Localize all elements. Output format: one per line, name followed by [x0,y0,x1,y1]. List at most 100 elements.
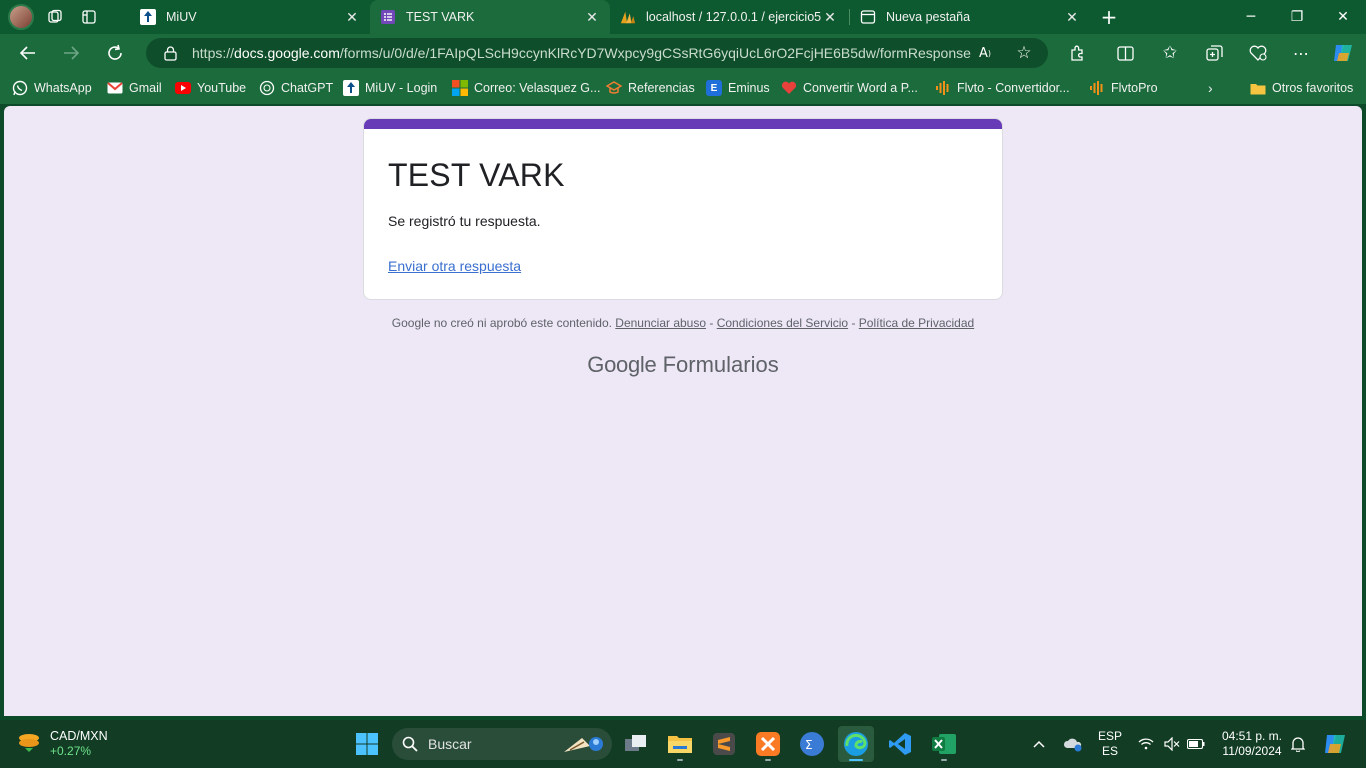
system-clock[interactable]: 04:51 p. m. 11/09/2024 [1214,729,1290,759]
google-forms-icon [380,9,396,25]
show-hidden-icons-chevron-icon[interactable] [1022,726,1056,762]
close-tab-icon[interactable]: ✕ [822,9,838,26]
terms-of-service-link[interactable]: Condiciones del Servicio [717,316,848,330]
search-placeholder: Buscar [428,736,472,752]
miuv-icon [140,9,156,25]
eminus-icon: E [706,80,722,96]
file-explorer-app[interactable] [662,726,698,762]
wifi-icon[interactable] [1132,726,1160,762]
forward-button[interactable] [56,38,86,68]
form-response-card: TEST VARK Se registró tu respuesta. Envi… [363,118,1003,300]
collections-icon[interactable] [1199,38,1229,68]
tab-test-vark[interactable]: TEST VARK ✕ [370,0,610,34]
onedrive-icon[interactable] [1056,726,1090,762]
math-app[interactable]: Σ [794,726,830,762]
bookmark-otros-favoritos[interactable]: Otros favoritos [1250,79,1353,97]
miuv-icon [343,80,359,96]
brand-product: Formularios [662,352,779,377]
bookmark-whatsapp[interactable]: WhatsApp [12,79,92,97]
close-tab-icon[interactable]: ✕ [344,9,360,26]
bookmarks-bar: WhatsApp Gmail YouTube ChatGPT MiUV - Lo… [0,72,1366,104]
submit-another-response-link[interactable]: Enviar otra respuesta [388,258,521,274]
form-accent-bar [364,119,1002,129]
new-tab-button[interactable]: + [1088,0,1130,34]
referencias-icon [606,80,622,96]
bookmark-correo[interactable]: Correo: Velasquez G... [452,79,600,97]
footer-disclaimer: Google no creó ni aprobó este contenido. [391,316,612,330]
running-indicator [941,759,947,761]
report-abuse-link[interactable]: Denunciar abuso [615,316,706,330]
favorite-star-icon[interactable]: ☆ [1009,38,1039,68]
bookmark-youtube[interactable]: YouTube [175,79,246,97]
bookmark-flvto[interactable]: Flvto - Convertidor... [935,79,1070,97]
close-tab-icon[interactable]: ✕ [1064,9,1080,26]
battery-icon[interactable] [1182,726,1210,762]
sublime-text-app[interactable] [706,726,742,762]
bookmark-chatgpt[interactable]: ChatGPT [259,79,333,97]
bookmark-label: YouTube [197,81,247,95]
bookmarks-overflow-chevron-icon[interactable]: › [1208,79,1213,97]
close-tab-icon[interactable]: ✕ [584,9,600,26]
minimize-button[interactable]: ─ [1228,0,1274,34]
excel-app[interactable] [926,726,962,762]
widgets-ticker[interactable]: CAD/MXN +0.27% [16,726,108,762]
bookmark-eminus[interactable]: E Eminus [706,79,770,97]
tab-title: localhost / 127.0.0.1 / ejercicio5 | p [646,10,822,24]
xampp-app[interactable] [750,726,786,762]
bookmark-label: Gmail [129,81,162,95]
bookmark-flvtopro[interactable]: FlvtoPro [1089,79,1158,97]
bookmark-gmail[interactable]: Gmail [107,79,162,97]
more-menu-icon[interactable]: ⋯ [1286,38,1316,68]
outlook-icon [452,80,468,96]
bookmark-referencias[interactable]: Referencias [606,79,695,97]
tab-actions-icon[interactable] [74,2,104,32]
tab-localhost[interactable]: localhost / 127.0.0.1 / ejercicio5 | p ✕ [610,0,848,34]
lock-icon[interactable] [164,46,177,64]
bookmark-label: Correo: Velasquez G... [474,81,601,95]
copilot-taskbar-icon[interactable] [1318,726,1352,762]
tab-miuv[interactable]: MiUV ✕ [130,0,370,34]
profile-avatar[interactable] [8,4,34,30]
chatgpt-icon [259,80,275,96]
start-button[interactable] [349,726,385,762]
reload-button[interactable] [100,38,130,68]
clock-time: 04:51 p. m. [1221,729,1283,743]
active-indicator [849,759,863,761]
extensions-icon[interactable] [1062,38,1092,68]
bookmark-miuv-login[interactable]: MiUV - Login [343,79,437,97]
vscode-app[interactable] [882,726,918,762]
copilot-icon[interactable] [1328,38,1358,68]
workspaces-icon[interactable] [40,2,70,32]
tab-new-tab[interactable]: Nueva pestaña ✕ [850,0,1090,34]
ticker-change: +0.27% [50,744,92,758]
task-view-button[interactable] [618,726,654,762]
page-content: TEST VARK Se registró tu respuesta. Envi… [4,106,1362,716]
back-button[interactable] [13,38,43,68]
url-scheme: https:// [192,45,235,61]
restore-button[interactable]: ❐ [1274,0,1320,34]
running-indicator [765,759,771,761]
notifications-bell-icon[interactable] [1284,726,1312,762]
form-footer: Google no creó ni aprobó este contenido.… [4,316,1362,330]
bookmark-label: Eminus [728,81,770,95]
address-bar[interactable]: https://docs.google.com/forms/u/0/d/e/1F… [146,38,1048,68]
bookmark-label: Otros favoritos [1272,81,1354,95]
brand-google: Google [587,352,657,377]
taskbar-search[interactable]: Buscar [392,728,612,760]
currency-icon [16,730,42,759]
youtube-icon [175,80,191,96]
bookmark-label: Referencias [628,81,695,95]
search-highlight-icon [562,732,604,759]
edge-browser-app[interactable] [838,726,874,762]
input-language[interactable]: ESP ES [1094,729,1126,759]
favorites-icon[interactable]: ✩ [1155,38,1185,68]
bookmark-convertir-word[interactable]: Convertir Word a P... [781,79,918,97]
browser-essentials-icon[interactable] [1243,38,1273,68]
split-screen-icon[interactable] [1110,38,1140,68]
close-window-button[interactable]: ✕ [1320,0,1366,34]
read-aloud-icon[interactable]: A) [970,38,1000,68]
google-forms-logo[interactable]: Google Formularios [4,352,1362,378]
folder-icon [1250,80,1266,96]
keyboard-layout: ES [1101,744,1118,758]
privacy-policy-link[interactable]: Política de Privacidad [859,316,974,330]
